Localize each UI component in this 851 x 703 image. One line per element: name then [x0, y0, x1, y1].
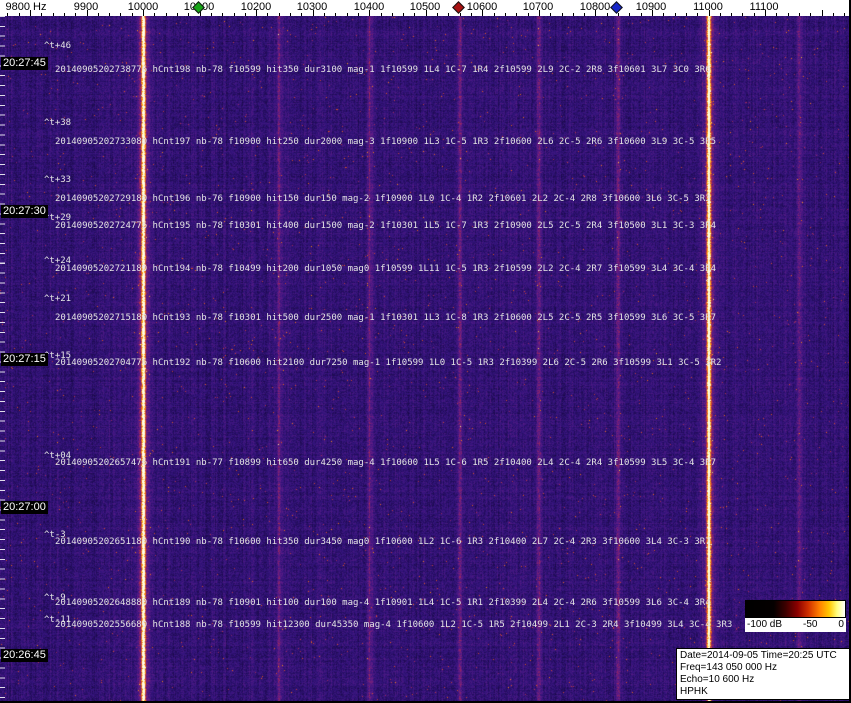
echo-log-line: 20140905202729180 hCnt196 nb-76 f10900 h… — [55, 194, 711, 204]
freq-label: 11100 — [749, 1, 779, 13]
time-label: 20:26:45 — [1, 649, 48, 662]
spectrogram-app-window: 9800 Hz 9900 10000 10100 10200 10300 104… — [0, 0, 851, 703]
colorbar-gradient — [745, 600, 846, 618]
time-label: 20:27:00 — [1, 501, 48, 514]
echo-marker-label: ^t+21 — [44, 294, 72, 304]
colorbar-label-min: -100 dB — [747, 619, 783, 630]
echo-log-line: 20140905202715180 hCnt193 nb-78 f10301 h… — [55, 313, 717, 323]
freq-label: 10300 — [296, 1, 328, 13]
colorbar-labels: -100 dB -50 0 — [745, 618, 846, 632]
echo-marker-label: ^t+46 — [44, 41, 72, 51]
info-line-station: HPHK — [680, 686, 708, 697]
echo-marker-label: ^t+33 — [44, 175, 72, 185]
echo-log-line: 20140905202721180 hCnt194 nb-78 f10499 h… — [55, 264, 717, 274]
freq-label: 10500 — [409, 1, 441, 13]
db-colorbar: -100 dB -50 0 — [745, 600, 846, 632]
frequency-scale: 9800 Hz 9900 10000 10100 10200 10300 104… — [0, 0, 851, 16]
freq-label: 9800 Hz — [5, 1, 47, 13]
info-line-date: Date=2014-09-05 Time=20:25 UTC — [680, 650, 837, 661]
freq-label: 9900 — [73, 1, 99, 13]
freq-label: 11000 — [693, 1, 723, 13]
time-label: 20:27:30 — [1, 205, 48, 218]
echo-log-line: 20140905202651180 hCnt190 nb-78 f10600 h… — [55, 537, 711, 547]
freq-label: 10700 — [522, 1, 554, 13]
echo-log-line: 20140905202648880 hCnt189 nb-78 f10901 h… — [55, 598, 711, 608]
echo-log-line: 20140905202738776 hCnt198 nb-78 f10599 h… — [55, 65, 711, 75]
status-info-box: Date=2014-09-05 Time=20:25 UTC Freq=143 … — [676, 648, 851, 700]
colorbar-label-max: 0 — [838, 619, 844, 630]
info-line-freq: Freq=143 050 000 Hz — [680, 662, 778, 673]
freq-label: 10900 — [635, 1, 667, 13]
info-line-echo: Echo=10 600 Hz — [680, 674, 755, 685]
echo-log-line: 20140905202556680 hCnt188 nb-78 f10599 h… — [55, 620, 733, 630]
time-label: 20:27:45 — [1, 57, 48, 70]
echo-log-line: 20140905202657476 hCnt191 nb-77 f10899 h… — [55, 458, 717, 468]
echo-log-line: 20140905202704776 hCnt192 nb-78 f10600 h… — [55, 358, 722, 368]
echo-log-line: 20140905202733080 hCnt197 nb-78 f10900 h… — [55, 137, 717, 147]
time-label: 20:27:15 — [1, 353, 48, 366]
echo-marker-label: ^t+38 — [44, 118, 72, 128]
colorbar-label-mid: -50 — [803, 619, 818, 630]
echo-log-line: 20140905202724776 hCnt195 nb-78 f10301 h… — [55, 221, 717, 231]
